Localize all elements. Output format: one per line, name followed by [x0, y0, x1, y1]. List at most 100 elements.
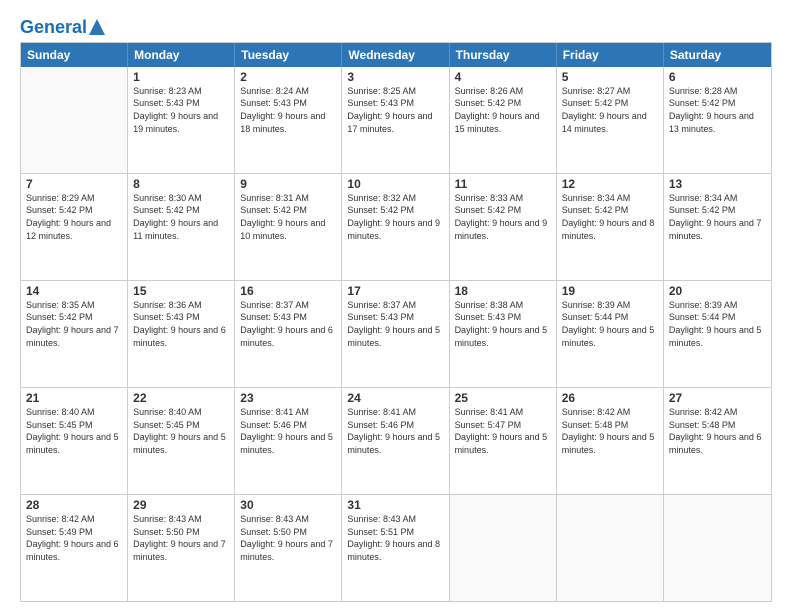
- cell-info: Sunrise: 8:25 AMSunset: 5:43 PMDaylight:…: [347, 85, 443, 135]
- cell-info: Sunrise: 8:39 AMSunset: 5:44 PMDaylight:…: [562, 299, 658, 349]
- day-number: 3: [347, 70, 443, 84]
- cell-info: Sunrise: 8:43 AMSunset: 5:51 PMDaylight:…: [347, 513, 443, 563]
- cell-info: Sunrise: 8:28 AMSunset: 5:42 PMDaylight:…: [669, 85, 766, 135]
- calendar-cell: 7Sunrise: 8:29 AMSunset: 5:42 PMDaylight…: [21, 174, 128, 280]
- cell-info: Sunrise: 8:42 AMSunset: 5:49 PMDaylight:…: [26, 513, 122, 563]
- calendar-week-1: 1Sunrise: 8:23 AMSunset: 5:43 PMDaylight…: [21, 67, 771, 173]
- day-number: 7: [26, 177, 122, 191]
- calendar-cell: 3Sunrise: 8:25 AMSunset: 5:43 PMDaylight…: [342, 67, 449, 173]
- calendar-cell: 15Sunrise: 8:36 AMSunset: 5:43 PMDayligh…: [128, 281, 235, 387]
- day-number: 19: [562, 284, 658, 298]
- calendar-cell: [450, 495, 557, 601]
- cell-info: Sunrise: 8:43 AMSunset: 5:50 PMDaylight:…: [133, 513, 229, 563]
- calendar-cell: 6Sunrise: 8:28 AMSunset: 5:42 PMDaylight…: [664, 67, 771, 173]
- calendar-cell: 27Sunrise: 8:42 AMSunset: 5:48 PMDayligh…: [664, 388, 771, 494]
- cell-info: Sunrise: 8:39 AMSunset: 5:44 PMDaylight:…: [669, 299, 766, 349]
- header-day-saturday: Saturday: [664, 43, 771, 67]
- calendar-cell: 9Sunrise: 8:31 AMSunset: 5:42 PMDaylight…: [235, 174, 342, 280]
- calendar-cell: 4Sunrise: 8:26 AMSunset: 5:42 PMDaylight…: [450, 67, 557, 173]
- day-number: 10: [347, 177, 443, 191]
- header-day-tuesday: Tuesday: [235, 43, 342, 67]
- calendar-cell: 26Sunrise: 8:42 AMSunset: 5:48 PMDayligh…: [557, 388, 664, 494]
- day-number: 18: [455, 284, 551, 298]
- logo-icon: [89, 19, 105, 35]
- calendar-body: 1Sunrise: 8:23 AMSunset: 5:43 PMDaylight…: [21, 67, 771, 601]
- header-day-monday: Monday: [128, 43, 235, 67]
- calendar-cell: 28Sunrise: 8:42 AMSunset: 5:49 PMDayligh…: [21, 495, 128, 601]
- cell-info: Sunrise: 8:40 AMSunset: 5:45 PMDaylight:…: [133, 406, 229, 456]
- calendar-cell: 24Sunrise: 8:41 AMSunset: 5:46 PMDayligh…: [342, 388, 449, 494]
- cell-info: Sunrise: 8:41 AMSunset: 5:47 PMDaylight:…: [455, 406, 551, 456]
- cell-info: Sunrise: 8:27 AMSunset: 5:42 PMDaylight:…: [562, 85, 658, 135]
- calendar-cell: [557, 495, 664, 601]
- cell-info: Sunrise: 8:30 AMSunset: 5:42 PMDaylight:…: [133, 192, 229, 242]
- calendar-cell: 20Sunrise: 8:39 AMSunset: 5:44 PMDayligh…: [664, 281, 771, 387]
- logo-text: General: [20, 18, 87, 38]
- cell-info: Sunrise: 8:42 AMSunset: 5:48 PMDaylight:…: [562, 406, 658, 456]
- calendar-cell: 12Sunrise: 8:34 AMSunset: 5:42 PMDayligh…: [557, 174, 664, 280]
- calendar-cell: 5Sunrise: 8:27 AMSunset: 5:42 PMDaylight…: [557, 67, 664, 173]
- calendar-cell: 13Sunrise: 8:34 AMSunset: 5:42 PMDayligh…: [664, 174, 771, 280]
- calendar-cell: [664, 495, 771, 601]
- day-number: 16: [240, 284, 336, 298]
- cell-info: Sunrise: 8:42 AMSunset: 5:48 PMDaylight:…: [669, 406, 766, 456]
- day-number: 13: [669, 177, 766, 191]
- cell-info: Sunrise: 8:43 AMSunset: 5:50 PMDaylight:…: [240, 513, 336, 563]
- header-day-friday: Friday: [557, 43, 664, 67]
- calendar-cell: 25Sunrise: 8:41 AMSunset: 5:47 PMDayligh…: [450, 388, 557, 494]
- day-number: 20: [669, 284, 766, 298]
- cell-info: Sunrise: 8:38 AMSunset: 5:43 PMDaylight:…: [455, 299, 551, 349]
- day-number: 9: [240, 177, 336, 191]
- day-number: 26: [562, 391, 658, 405]
- day-number: 14: [26, 284, 122, 298]
- calendar-week-5: 28Sunrise: 8:42 AMSunset: 5:49 PMDayligh…: [21, 494, 771, 601]
- calendar-cell: 29Sunrise: 8:43 AMSunset: 5:50 PMDayligh…: [128, 495, 235, 601]
- cell-info: Sunrise: 8:34 AMSunset: 5:42 PMDaylight:…: [669, 192, 766, 242]
- calendar-cell: 10Sunrise: 8:32 AMSunset: 5:42 PMDayligh…: [342, 174, 449, 280]
- day-number: 30: [240, 498, 336, 512]
- day-number: 27: [669, 391, 766, 405]
- header-day-thursday: Thursday: [450, 43, 557, 67]
- cell-info: Sunrise: 8:34 AMSunset: 5:42 PMDaylight:…: [562, 192, 658, 242]
- day-number: 23: [240, 391, 336, 405]
- cell-info: Sunrise: 8:37 AMSunset: 5:43 PMDaylight:…: [240, 299, 336, 349]
- day-number: 1: [133, 70, 229, 84]
- day-number: 28: [26, 498, 122, 512]
- day-number: 6: [669, 70, 766, 84]
- day-number: 5: [562, 70, 658, 84]
- cell-info: Sunrise: 8:32 AMSunset: 5:42 PMDaylight:…: [347, 192, 443, 242]
- header: General: [20, 18, 772, 34]
- calendar-cell: 16Sunrise: 8:37 AMSunset: 5:43 PMDayligh…: [235, 281, 342, 387]
- header-day-wednesday: Wednesday: [342, 43, 449, 67]
- cell-info: Sunrise: 8:31 AMSunset: 5:42 PMDaylight:…: [240, 192, 336, 242]
- cell-info: Sunrise: 8:35 AMSunset: 5:42 PMDaylight:…: [26, 299, 122, 349]
- calendar-cell: 22Sunrise: 8:40 AMSunset: 5:45 PMDayligh…: [128, 388, 235, 494]
- page: General SundayMondayTuesdayWednesdayThur…: [0, 0, 792, 612]
- cell-info: Sunrise: 8:37 AMSunset: 5:43 PMDaylight:…: [347, 299, 443, 349]
- calendar-cell: 21Sunrise: 8:40 AMSunset: 5:45 PMDayligh…: [21, 388, 128, 494]
- day-number: 15: [133, 284, 229, 298]
- calendar-cell: 18Sunrise: 8:38 AMSunset: 5:43 PMDayligh…: [450, 281, 557, 387]
- header-day-sunday: Sunday: [21, 43, 128, 67]
- calendar-week-4: 21 Sunrise: 8:40 AMSunset: 5:45 PMDayligh…: [21, 387, 771, 494]
- calendar-cell: 14Sunrise: 8:35 AMSunset: 5:42 PMDayligh…: [21, 281, 128, 387]
- calendar-cell: 11Sunrise: 8:33 AMSunset: 5:42 PMDayligh…: [450, 174, 557, 280]
- day-number: 22: [133, 391, 229, 405]
- cell-info: Sunrise: 8:33 AMSunset: 5:42 PMDaylight:…: [455, 192, 551, 242]
- day-number: 2: [240, 70, 336, 84]
- day-number: 12: [562, 177, 658, 191]
- cell-info: Sunrise: 8:23 AMSunset: 5:43 PMDaylight:…: [133, 85, 229, 135]
- calendar-week-2: 7Sunrise: 8:29 AMSunset: 5:42 PMDaylight…: [21, 173, 771, 280]
- day-number: 4: [455, 70, 551, 84]
- calendar-cell: 31Sunrise: 8:43 AMSunset: 5:51 PMDayligh…: [342, 495, 449, 601]
- calendar-cell: 2Sunrise: 8:24 AMSunset: 5:43 PMDaylight…: [235, 67, 342, 173]
- cell-info: Sunrise: 8:41 AMSunset: 5:46 PMDaylight:…: [240, 406, 336, 456]
- day-number: 31: [347, 498, 443, 512]
- day-number: 11: [455, 177, 551, 191]
- calendar-cell: 8Sunrise: 8:30 AMSunset: 5:42 PMDaylight…: [128, 174, 235, 280]
- calendar-cell: 1Sunrise: 8:23 AMSunset: 5:43 PMDaylight…: [128, 67, 235, 173]
- day-number: 21: [26, 391, 122, 405]
- cell-info: Sunrise: 8:29 AMSunset: 5:42 PMDaylight:…: [26, 192, 122, 242]
- cell-info: Sunrise: 8:26 AMSunset: 5:42 PMDaylight:…: [455, 85, 551, 135]
- calendar-week-3: 14Sunrise: 8:35 AMSunset: 5:42 PMDayligh…: [21, 280, 771, 387]
